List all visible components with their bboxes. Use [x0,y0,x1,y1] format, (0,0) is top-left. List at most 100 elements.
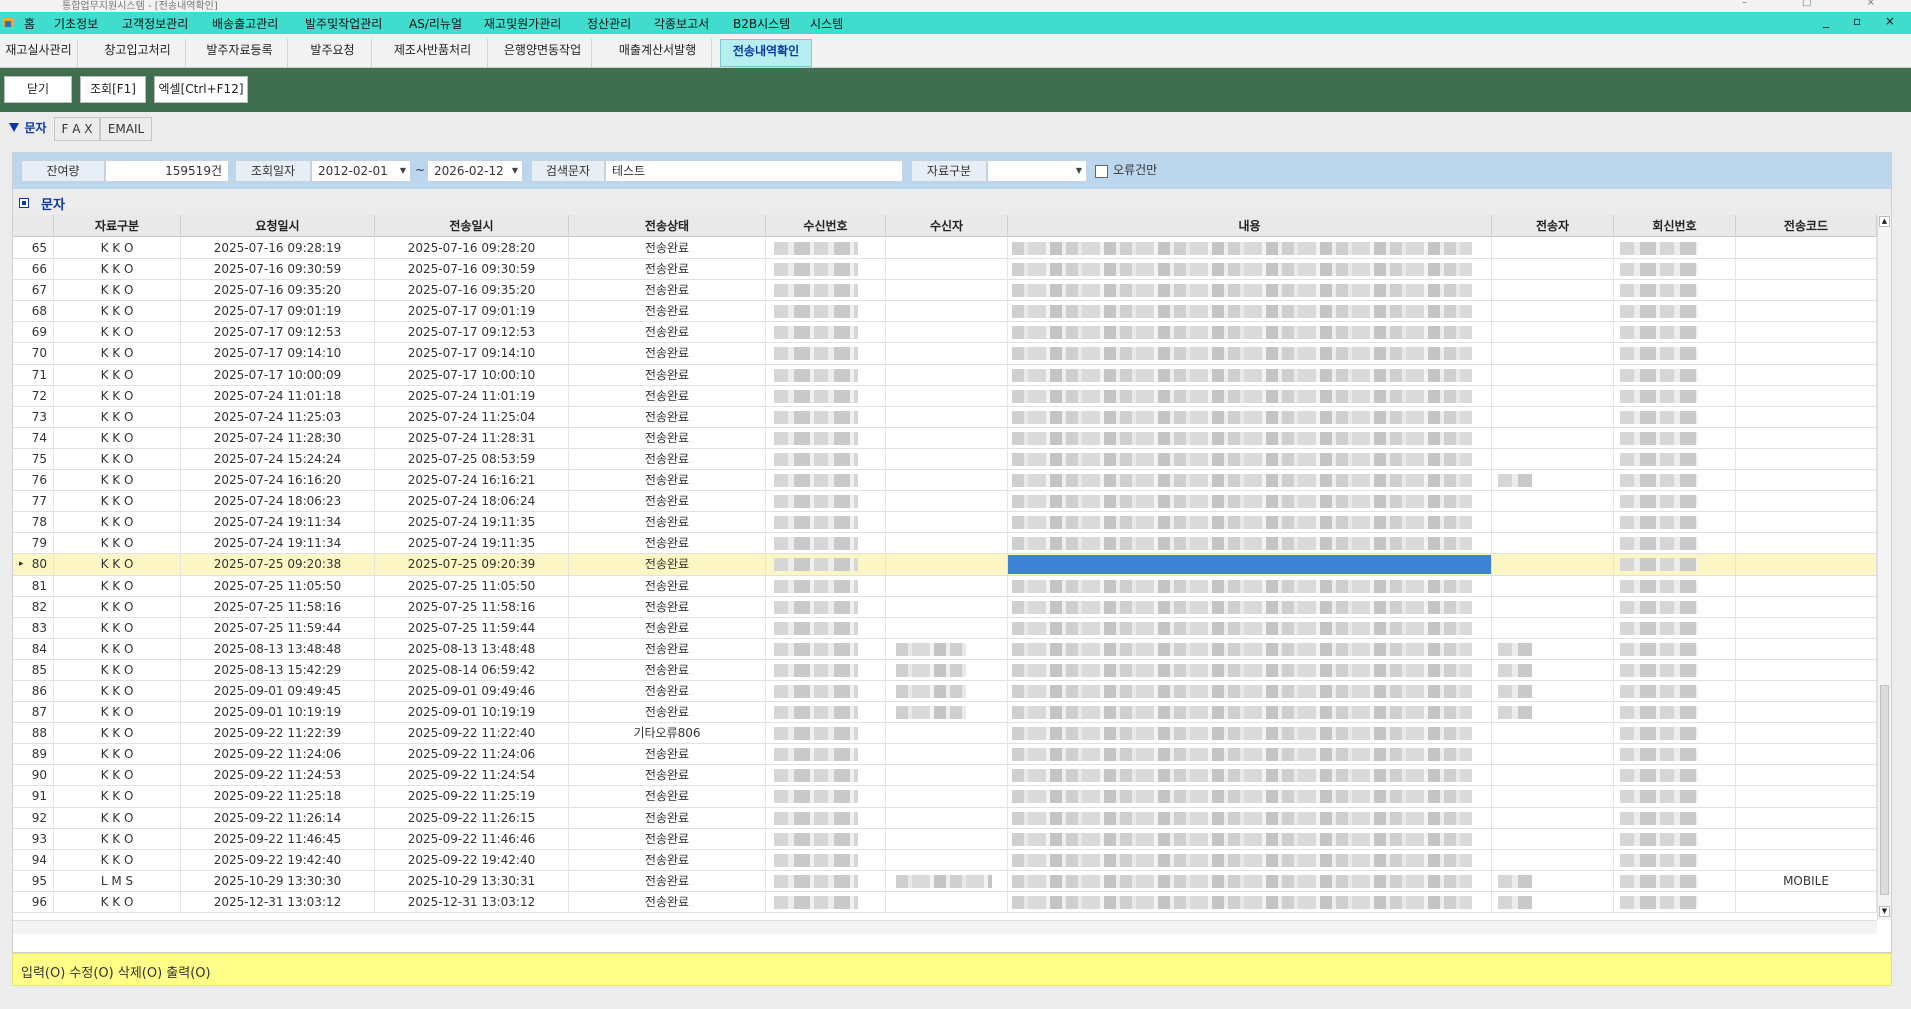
cell-recv-number[interactable] [766,364,886,386]
tab-invoice[interactable]: 매출계산서발행 [604,39,712,67]
cell-send-code[interactable] [1736,807,1877,829]
table-row[interactable]: 71 K K O 2025-07-17 10:00:09 2025-07-17 10:… [13,364,1877,386]
cell-status[interactable]: 전송완료 [569,765,766,787]
cell-recipient[interactable] [886,891,1008,913]
cell-send-code[interactable] [1736,744,1877,766]
cell-recipient[interactable] [886,638,1008,660]
col-sender[interactable]: 전송자 [1492,215,1614,237]
col-reply-number[interactable]: 회신번호 [1614,215,1736,237]
cell-sender[interactable] [1492,259,1614,281]
cell-recv-number[interactable] [766,744,886,766]
col-request-time[interactable]: 요청일시 [181,215,375,237]
cell-status[interactable]: 전송완료 [569,891,766,913]
cell-content[interactable] [1008,659,1492,681]
cell-reply-number[interactable] [1614,259,1736,281]
cell-recv-number[interactable] [766,807,886,829]
col-recv-number[interactable]: 수신번호 [766,215,886,237]
cell-type[interactable]: K K O [54,702,181,724]
cell-status[interactable]: 전송완료 [569,596,766,618]
mdi-window-controls[interactable]: _ ▫ × [1823,14,1905,28]
cell-status[interactable]: 전송완료 [569,575,766,597]
cell-sender[interactable] [1492,617,1614,639]
cell-reply-number[interactable] [1614,238,1736,259]
cell-status[interactable]: 전송완료 [569,491,766,513]
cell-reply-number[interactable] [1614,322,1736,344]
cell-rownum[interactable]: 91 [13,786,54,808]
cell-recv-number[interactable] [766,554,886,576]
cell-recipient[interactable] [886,364,1008,386]
cell-content[interactable] [1008,343,1492,365]
table-row[interactable]: 81 K K O 2025-07-25 11:05:50 2025-07-25 11:… [13,575,1877,597]
col-recipient[interactable]: 수신자 [886,215,1008,237]
cell-sender[interactable] [1492,596,1614,618]
table-row[interactable]: 89 K K O 2025-09-22 11:24:06 2025-09-22 11:… [13,744,1877,766]
cell-status[interactable]: 기타오류806 [569,723,766,745]
table-row[interactable]: 85 K K O 2025-08-13 15:42:29 2025-08-14 06:… [13,659,1877,681]
table-row[interactable]: 96 K K O 2025-12-31 13:03:12 2025-12-31 13:… [13,891,1877,913]
cell-content[interactable] [1008,828,1492,850]
col-send-time[interactable]: 전송일시 [375,215,569,237]
cell-status[interactable]: 전송완료 [569,807,766,829]
cell-rownum[interactable]: 74 [13,427,54,449]
cell-reply-number[interactable] [1614,828,1736,850]
cell-reply-number[interactable] [1614,617,1736,639]
cell-reply-number[interactable] [1614,891,1736,913]
cell-type[interactable]: K K O [54,786,181,808]
cell-send-time[interactable]: 2025-07-24 11:25:04 [375,406,569,428]
cell-recipient[interactable] [886,786,1008,808]
cell-recv-number[interactable] [766,259,886,281]
cell-sender[interactable] [1492,680,1614,702]
cell-recipient[interactable] [886,238,1008,259]
cell-request-time[interactable]: 2025-08-13 15:42:29 [181,659,375,681]
table-row[interactable]: 93 K K O 2025-09-22 11:46:45 2025-09-22 11:… [13,828,1877,850]
cell-send-time[interactable]: 2025-09-22 11:22:40 [375,723,569,745]
cell-content[interactable] [1008,744,1492,766]
cell-rownum[interactable]: 76 [13,470,54,492]
cell-type[interactable]: K K O [54,891,181,913]
cell-recipient[interactable] [886,828,1008,850]
cell-request-time[interactable]: 2025-07-17 09:14:10 [181,343,375,365]
cell-content[interactable] [1008,849,1492,871]
cell-send-time[interactable]: 2025-07-25 09:20:39 [375,554,569,576]
cell-sender[interactable] [1492,828,1614,850]
cell-send-code[interactable] [1736,723,1877,745]
scroll-thumb[interactable] [1880,685,1889,895]
cell-send-code[interactable] [1736,322,1877,344]
cell-status[interactable]: 전송완료 [569,322,766,344]
cell-send-code[interactable] [1736,343,1877,365]
cell-status[interactable]: 전송완료 [569,533,766,555]
cell-rownum[interactable]: 94 [13,849,54,871]
cell-send-time[interactable]: 2025-10-29 13:30:31 [375,870,569,892]
cell-content[interactable] [1008,259,1492,281]
cell-sender[interactable] [1492,786,1614,808]
cell-recv-number[interactable] [766,301,886,323]
cell-send-time[interactable]: 2025-07-25 11:59:44 [375,617,569,639]
table-row[interactable]: 83 K K O 2025-07-25 11:59:44 2025-07-25 11:… [13,617,1877,639]
cell-recipient[interactable] [886,448,1008,470]
cell-send-time[interactable]: 2025-09-22 11:25:19 [375,786,569,808]
cell-rownum[interactable]: 72 [13,385,54,407]
cell-type[interactable]: K K O [54,554,181,576]
cell-request-time[interactable]: 2025-07-16 09:35:20 [181,280,375,302]
window-controls[interactable]: – □ × [1742,0,1901,8]
cell-reply-number[interactable] [1614,343,1736,365]
table-row[interactable]: 95 L M S 2025-10-29 13:30:30 2025-10-29 13:… [13,870,1877,892]
cell-request-time[interactable]: 2025-07-24 11:01:18 [181,385,375,407]
cell-type[interactable]: K K O [54,744,181,766]
cell-recv-number[interactable] [766,617,886,639]
cell-content[interactable] [1008,680,1492,702]
cell-rownum[interactable]: 75 [13,448,54,470]
cell-send-time[interactable]: 2025-07-17 09:01:19 [375,301,569,323]
cell-reply-number[interactable] [1614,470,1736,492]
cell-reply-number[interactable] [1614,364,1736,386]
cell-reply-number[interactable] [1614,702,1736,724]
home-icon[interactable] [2,16,14,28]
cell-sender[interactable] [1492,575,1614,597]
table-row[interactable]: 70 K K O 2025-07-17 09:14:10 2025-07-17 09:… [13,343,1877,365]
cell-send-time[interactable]: 2025-09-22 11:26:15 [375,807,569,829]
cell-send-code[interactable] [1736,406,1877,428]
cell-send-time[interactable]: 2025-07-16 09:35:20 [375,280,569,302]
table-row[interactable]: 92 K K O 2025-09-22 11:26:14 2025-09-22 11:… [13,807,1877,829]
cell-content[interactable] [1008,554,1492,576]
cell-content[interactable] [1008,765,1492,787]
